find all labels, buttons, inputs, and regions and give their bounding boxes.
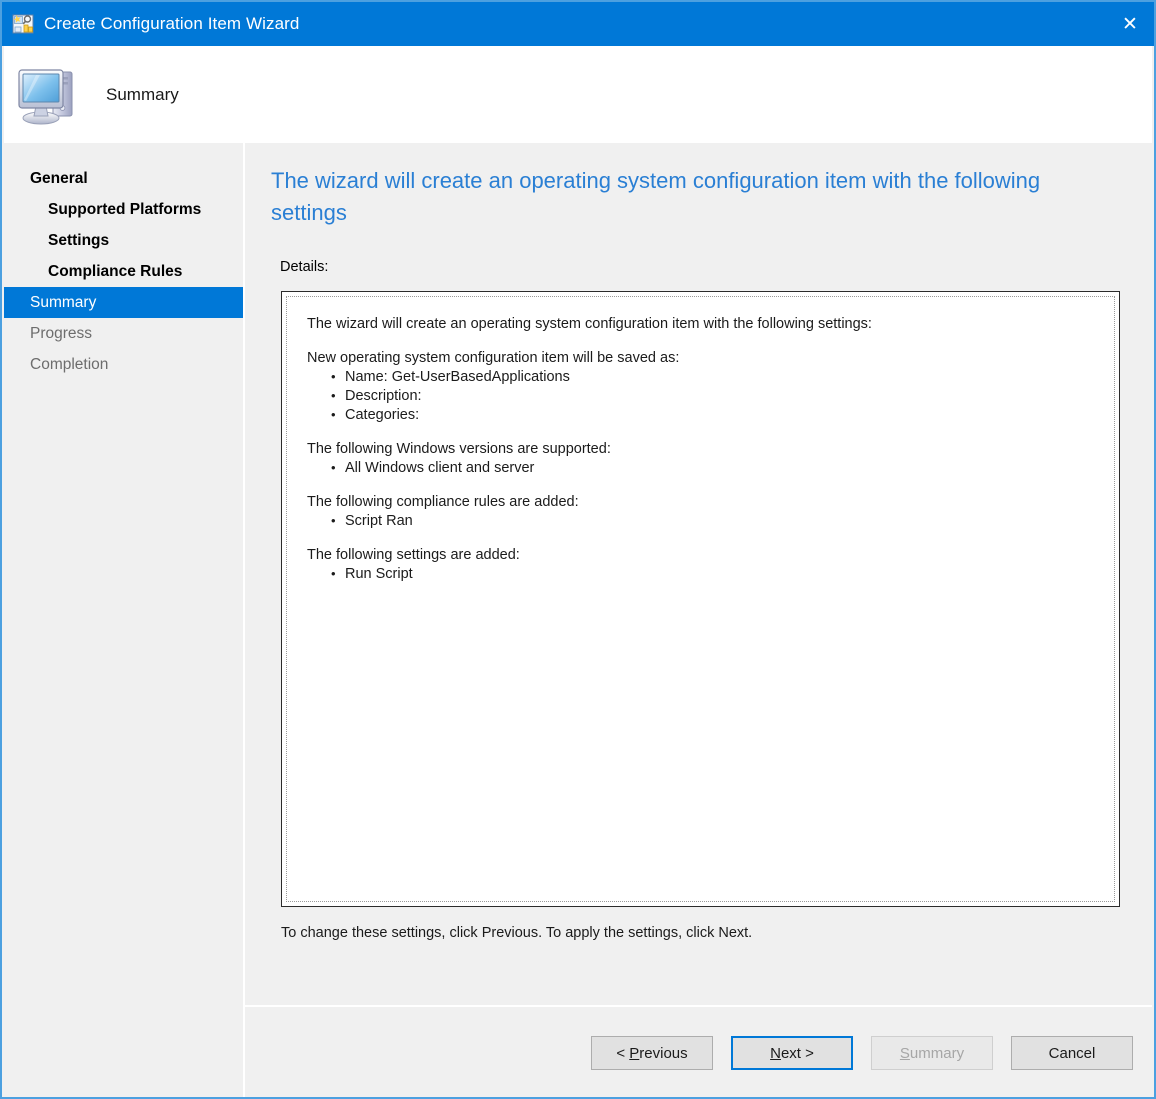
create-configuration-item-wizard-window: Create Configuration Item Wizard ✕ Summa…	[0, 0, 1156, 1099]
list-item: Description:	[331, 386, 1098, 406]
sidebar-item-label: Completion	[30, 355, 109, 373]
sidebar-item-summary[interactable]: Summary	[4, 287, 243, 318]
sidebar-item-label: Supported Platforms	[48, 200, 202, 218]
button-label: Next >	[770, 1044, 814, 1062]
sidebar-item-progress[interactable]: Progress	[4, 318, 243, 349]
sidebar-item-compliance-rules[interactable]: Compliance Rules	[4, 256, 243, 287]
details-section-list: Name: Get-UserBasedApplicationsDescripti…	[307, 367, 1098, 425]
details-intro-line: The wizard will create an operating syst…	[307, 316, 872, 332]
wizard-footer: < Previous Next > Summary Cancel	[245, 1007, 1152, 1095]
wizard-banner: Summary	[4, 46, 1152, 143]
close-icon[interactable]: ✕	[1106, 2, 1154, 46]
wizard-body: General Supported Platforms Settings Compli…	[4, 143, 1152, 1097]
button-label: < Previous	[616, 1044, 688, 1062]
configuration-item-icon	[12, 13, 34, 35]
details-section-heading: The following settings are added:	[307, 547, 520, 563]
sidebar-item-label: General	[30, 169, 88, 187]
details-textbox[interactable]: The wizard will create an operating syst…	[281, 291, 1120, 907]
button-label: Cancel	[1048, 1044, 1096, 1062]
window-title: Create Configuration Item Wizard	[44, 14, 300, 33]
wizard-content: The wizard will create an operating syst…	[247, 143, 1152, 1097]
computer-monitor-icon	[16, 62, 84, 128]
sidebar-item-completion[interactable]: Completion	[4, 349, 243, 380]
next-button[interactable]: Next >	[731, 1036, 853, 1070]
details-section-list: Script Ran	[307, 511, 1098, 531]
list-item: Script Ran	[331, 511, 1098, 531]
title-bar: Create Configuration Item Wizard ✕	[2, 2, 1154, 46]
change-settings-note: To change these settings, click Previous…	[281, 925, 753, 941]
sidebar-item-label: Progress	[30, 324, 93, 342]
details-section-list: Run Script	[307, 564, 1098, 584]
button-row: < Previous Next > Summary Cancel	[591, 1036, 1133, 1070]
list-item: Name: Get-UserBasedApplications	[331, 367, 1098, 387]
cancel-button[interactable]: Cancel	[1011, 1036, 1133, 1070]
wizard-step-nav: General Supported Platforms Settings Compli…	[4, 143, 245, 1097]
details-section-heading: The following Windows versions are suppo…	[307, 441, 611, 457]
list-item: All Windows client and server	[331, 458, 1098, 478]
details-section-heading: The following compliance rules are added…	[307, 494, 579, 510]
sidebar-item-label: Summary	[30, 293, 97, 311]
previous-button[interactable]: < Previous	[591, 1036, 713, 1070]
details-section-list: All Windows client and server	[307, 458, 1098, 478]
sidebar-item-label: Settings	[48, 231, 110, 249]
list-item: Run Script	[331, 564, 1098, 584]
content-heading: The wizard will create an operating syst…	[271, 168, 1041, 225]
summary-button: Summary	[871, 1036, 993, 1070]
sidebar-item-settings[interactable]: Settings	[4, 225, 243, 256]
button-label: Summary	[899, 1044, 965, 1062]
details-content: The wizard will create an operating syst…	[286, 296, 1115, 902]
page-title: Summary	[106, 84, 179, 104]
details-label: Details:	[280, 259, 329, 275]
sidebar-item-general[interactable]: General	[4, 163, 243, 194]
sidebar-item-supported-platforms[interactable]: Supported Platforms	[4, 194, 243, 225]
sidebar-item-label: Compliance Rules	[48, 262, 183, 280]
list-item: Categories:	[331, 405, 1098, 425]
details-section-heading: New operating system configuration item …	[307, 350, 680, 366]
